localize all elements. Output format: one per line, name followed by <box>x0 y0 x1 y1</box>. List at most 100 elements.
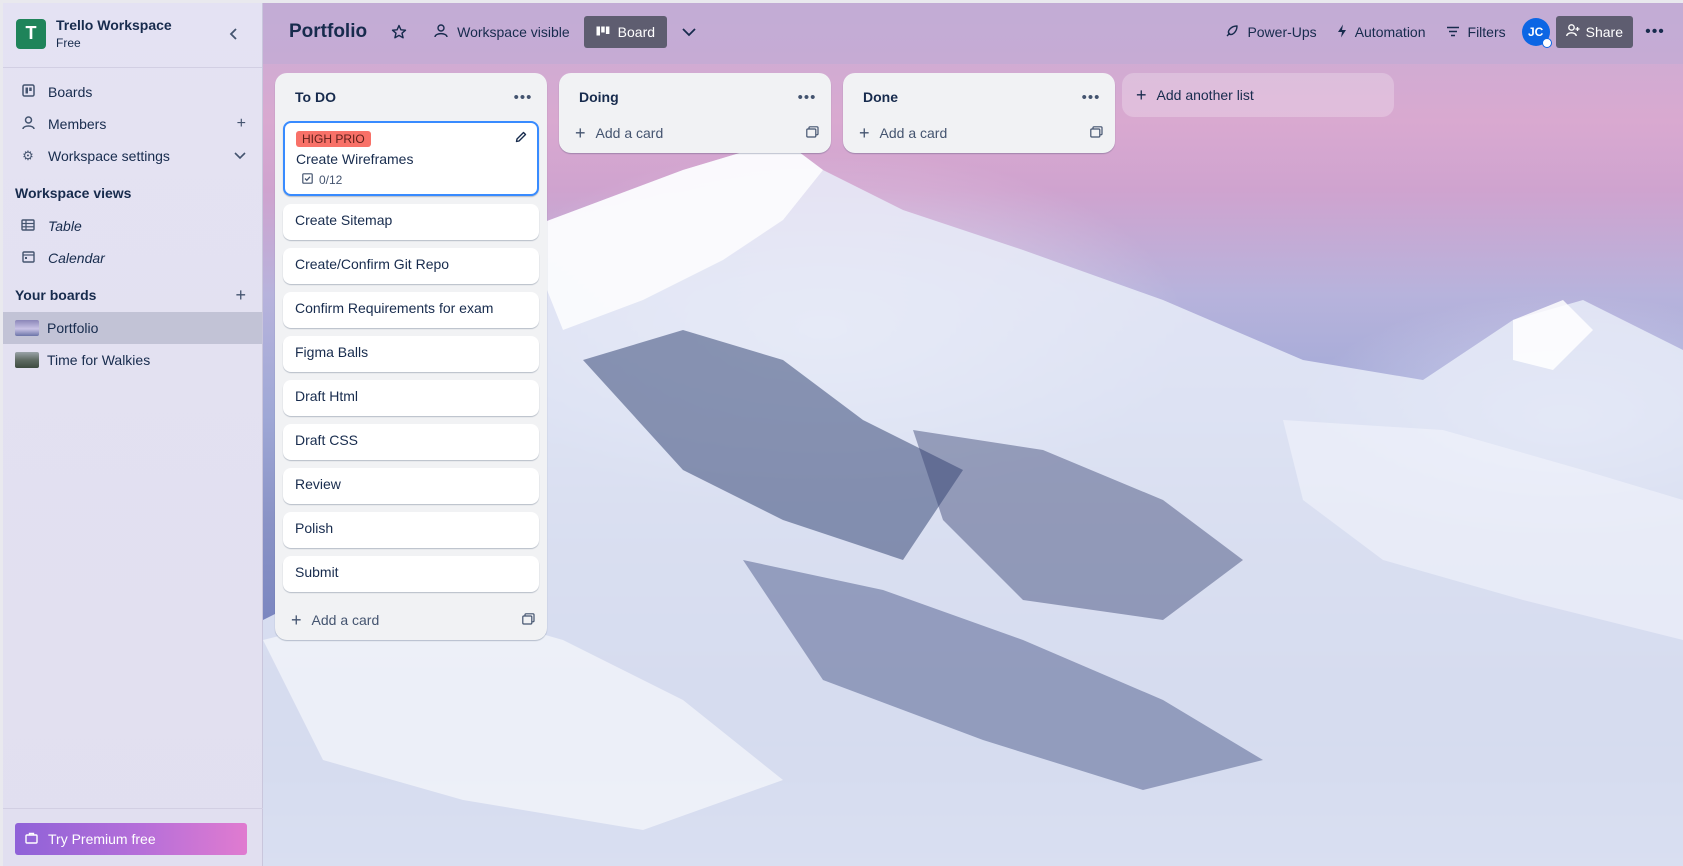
chevron-left-icon[interactable] <box>222 22 246 46</box>
star-icon[interactable] <box>383 16 415 48</box>
list-menu-icon[interactable]: ••• <box>1077 83 1105 111</box>
card[interactable]: HIGH PRIO Create Wireframes 0/12 <box>283 121 539 196</box>
sidebar-item-label: Time for Walkies <box>47 352 151 368</box>
sidebar-item-label: Workspace settings <box>48 148 170 164</box>
card-template-icon[interactable] <box>1090 125 1103 141</box>
admin-badge-icon <box>1541 38 1552 48</box>
add-member-plus-icon[interactable]: + <box>237 115 246 133</box>
sidebar-item-calendar[interactable]: Calendar <box>0 242 262 274</box>
board-header: Portfolio Workspace visible Board Power-… <box>263 0 1683 64</box>
card[interactable]: Submit <box>283 556 539 592</box>
add-board-plus-icon[interactable]: + <box>235 285 246 306</box>
plus-icon: + <box>575 122 586 143</box>
sidebar-item-label: Calendar <box>48 250 105 266</box>
list-footer: + Add a card <box>559 113 831 153</box>
section-title: Workspace views <box>15 185 132 201</box>
checklist-count: 0/12 <box>319 173 343 187</box>
workspace-views-heading: Workspace views <box>0 176 262 210</box>
card-title: Review <box>295 476 341 492</box>
filters-button[interactable]: Filters <box>1436 16 1516 48</box>
card-label-high-prio[interactable]: HIGH PRIO <box>296 131 371 147</box>
card-template-icon[interactable] <box>806 125 819 141</box>
board-title[interactable]: Portfolio <box>289 21 367 43</box>
filters-label: Filters <box>1467 24 1506 40</box>
share-button[interactable]: Share <box>1555 16 1633 48</box>
card[interactable]: Create/Confirm Git Repo <box>283 248 539 284</box>
sidebar-item-label: Members <box>48 116 107 132</box>
filter-icon <box>1446 24 1460 40</box>
sidebar-item-label: Boards <box>48 84 93 100</box>
card-template-icon[interactable] <box>522 612 535 628</box>
list-title[interactable]: Done <box>863 89 1077 105</box>
view-label: Board <box>617 24 656 40</box>
list-menu-icon[interactable]: ••• <box>793 83 821 111</box>
sidebar-footer: Try Premium free <box>0 808 263 866</box>
card-title: Draft Html <box>295 388 358 404</box>
automation-label: Automation <box>1354 24 1426 40</box>
checklist-icon <box>302 173 313 187</box>
list-menu-icon[interactable]: ••• <box>509 83 537 111</box>
power-ups-button[interactable]: Power-Ups <box>1215 16 1326 48</box>
your-boards-heading: Your boards + <box>0 278 262 312</box>
card-title: Polish <box>295 520 334 536</box>
card-list: HIGH PRIO Create Wireframes 0/12 Create … <box>275 121 547 592</box>
add-another-list-button[interactable]: + Add another list <box>1122 73 1394 117</box>
add-list-label: Add another list <box>1156 87 1254 103</box>
share-label: Share <box>1585 24 1623 40</box>
card-title: Figma Balls <box>295 344 369 360</box>
sidebar-item-table[interactable]: Table <box>0 210 262 242</box>
gear-icon: ⚙ <box>22 148 34 163</box>
card[interactable]: Draft CSS <box>283 424 539 460</box>
card[interactable]: Confirm Requirements for exam <box>283 292 539 328</box>
lightning-icon <box>1337 24 1347 41</box>
card-title: Draft CSS <box>295 432 359 448</box>
list-header: To DO ••• <box>275 73 547 121</box>
workspace-name[interactable]: Trello Workspace <box>56 17 222 33</box>
board-canvas: Portfolio Workspace visible Board Power-… <box>263 0 1683 866</box>
plus-icon: + <box>1136 84 1147 105</box>
card[interactable]: Create Sitemap <box>283 204 539 240</box>
list-footer: + Add a card <box>843 113 1115 153</box>
rocket-icon <box>1225 24 1239 41</box>
member-avatar[interactable]: JC <box>1521 18 1552 48</box>
try-premium-button[interactable]: Try Premium free <box>15 823 247 855</box>
card[interactable]: Draft Html <box>283 380 539 416</box>
list-done: Done ••• + Add a card <box>843 73 1115 153</box>
chevron-down-icon[interactable] <box>673 16 705 48</box>
sidebar-board-time-for-walkies[interactable]: Time for Walkies <box>0 344 262 376</box>
briefcase-icon <box>25 832 38 847</box>
list-title[interactable]: To DO <box>295 89 509 105</box>
sidebar-item-boards[interactable]: Boards <box>0 76 262 108</box>
add-card-button[interactable]: Add a card <box>596 125 806 141</box>
add-person-icon <box>1565 24 1580 40</box>
sidebar-board-portfolio[interactable]: Portfolio <box>0 312 262 344</box>
list-todo: To DO ••• HIGH PRIO Create Wireframes 0/… <box>275 73 547 640</box>
board-view-button[interactable]: Board <box>583 16 668 48</box>
sidebar-item-workspace-settings[interactable]: ⚙ Workspace settings <box>0 140 262 172</box>
sidebar-item-label: Table <box>48 218 82 234</box>
window-top-edge <box>0 0 1683 3</box>
list-footer: + Add a card <box>275 600 547 640</box>
card[interactable]: Figma Balls <box>283 336 539 372</box>
window-left-edge <box>0 0 3 866</box>
add-card-button[interactable]: Add a card <box>880 125 1090 141</box>
workspace-avatar[interactable]: T <box>16 18 46 49</box>
visibility-button[interactable]: Workspace visible <box>423 16 580 48</box>
automation-button[interactable]: Automation <box>1327 16 1436 48</box>
sidebar: T Trello Workspace Free Boards Members + <box>0 0 263 866</box>
board-thumbnail <box>15 352 39 368</box>
person-icon <box>20 115 36 133</box>
board-thumbnail <box>15 320 39 336</box>
list-title[interactable]: Doing <box>579 89 793 105</box>
people-icon <box>433 23 449 41</box>
board-view-icon <box>596 25 610 39</box>
plus-icon: + <box>291 609 302 630</box>
add-card-button[interactable]: Add a card <box>312 612 522 628</box>
card[interactable]: Review <box>283 468 539 504</box>
sidebar-item-members[interactable]: Members + <box>0 108 262 140</box>
card[interactable]: Polish <box>283 512 539 548</box>
more-options-icon[interactable]: ••• <box>1639 16 1671 48</box>
chevron-down-icon[interactable] <box>234 147 246 165</box>
pencil-icon[interactable] <box>515 131 527 146</box>
table-icon <box>20 218 36 234</box>
